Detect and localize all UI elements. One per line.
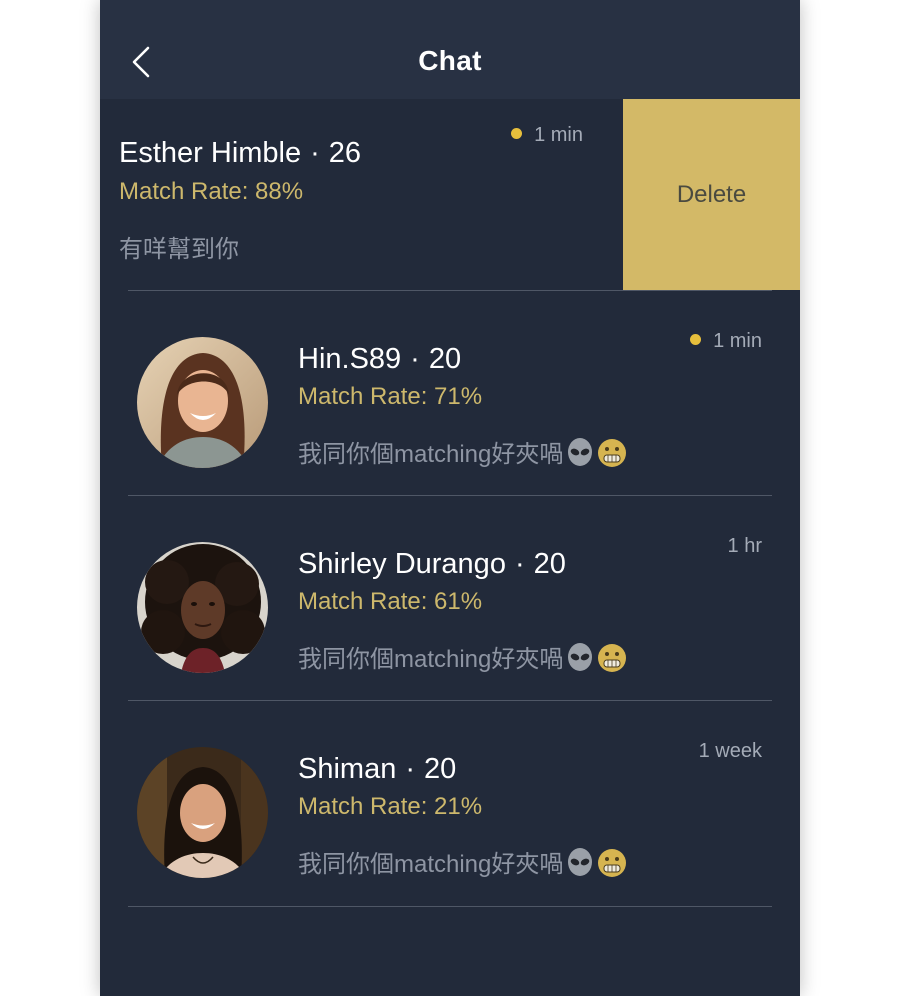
contact-name: Shiman — [298, 753, 397, 785]
contact-name-line: Shirley Durango · 20 — [298, 548, 566, 581]
contact-age: 20 — [428, 343, 462, 375]
grimacing-face-emoji-icon — [598, 439, 627, 467]
phone-screen: Chat Esther Himble · 26 Match Rate: 88% 有咩… — [100, 0, 800, 996]
match-rate: Match Rate: 71% — [298, 383, 483, 410]
match-rate: Match Rate: 61% — [298, 588, 483, 615]
last-message-text: 我同你個matching好夾喎 — [298, 646, 564, 673]
time-label: 1 min — [713, 330, 762, 352]
last-message-text: 我同你個matching好夾喎 — [298, 851, 564, 878]
contact-age: 26 — [328, 137, 362, 169]
last-message-text: 我同你個matching好夾喎 — [298, 441, 564, 468]
separator-dot: · — [405, 753, 415, 785]
message-time: 1 min — [511, 124, 583, 147]
unread-dot-icon — [690, 334, 702, 345]
alien-emoji-icon — [568, 643, 593, 671]
message-time: 1 min — [690, 330, 762, 353]
contact-age: 20 — [424, 753, 457, 785]
alien-emoji-icon — [568, 848, 593, 876]
last-message: 有咩幫到你 — [119, 236, 239, 263]
last-message: 我同你個matching好夾喎 — [298, 639, 627, 674]
chat-row-swiped[interactable]: Esther Himble · 26 Match Rate: 88% 有咩幫到你 1… — [100, 99, 800, 290]
match-rate: Match Rate: 88% — [119, 178, 304, 205]
chat-row[interactable]: Hin.S89 · 20 Match Rate: 71% 我同你個matching好… — [100, 291, 800, 496]
time-label: 1 hr — [727, 535, 762, 557]
contact-age: 20 — [533, 548, 566, 580]
delete-button[interactable]: Delete — [623, 99, 800, 290]
last-message: 我同你個matching好夾喎 — [298, 844, 627, 879]
navigation-bar: Chat — [100, 0, 800, 99]
grimacing-face-emoji-icon — [598, 849, 627, 877]
contact-name-line: Esther Himble · 26 — [119, 137, 361, 170]
alien-emoji-icon — [568, 438, 593, 466]
contact-name: Hin.S89 — [298, 343, 402, 375]
chat-row[interactable]: Shiman · 20 Match Rate: 21% 我同你個matching好夾… — [100, 701, 800, 906]
time-label: 1 week — [698, 740, 762, 762]
contact-name-line: Hin.S89 · 20 — [298, 343, 461, 376]
time-label: 1 min — [534, 124, 583, 146]
grimacing-face-emoji-icon — [598, 644, 627, 672]
last-message: 我同你個matching好夾喎 — [298, 434, 627, 469]
avatar-dark-hair-woman — [137, 747, 268, 878]
page-title: Chat — [418, 45, 482, 76]
unread-dot-icon — [511, 128, 523, 139]
match-rate: Match Rate: 21% — [298, 793, 483, 820]
avatar-brown-hair-woman — [137, 337, 268, 468]
divider — [128, 906, 772, 907]
contact-name: Shirley Durango — [298, 548, 506, 580]
avatar-curly-hair-woman — [137, 542, 268, 673]
separator-dot: · — [410, 343, 420, 375]
chat-row[interactable]: Shirley Durango · 20 Match Rate: 61% 我同你個m… — [100, 496, 800, 701]
separator-dot: · — [514, 548, 525, 580]
message-time: 1 hr — [728, 535, 762, 558]
contact-name: Esther Himble — [119, 137, 302, 169]
separator-dot: · — [310, 137, 320, 169]
message-time: 1 week — [699, 740, 762, 763]
contact-name-line: Shiman · 20 — [298, 753, 456, 786]
